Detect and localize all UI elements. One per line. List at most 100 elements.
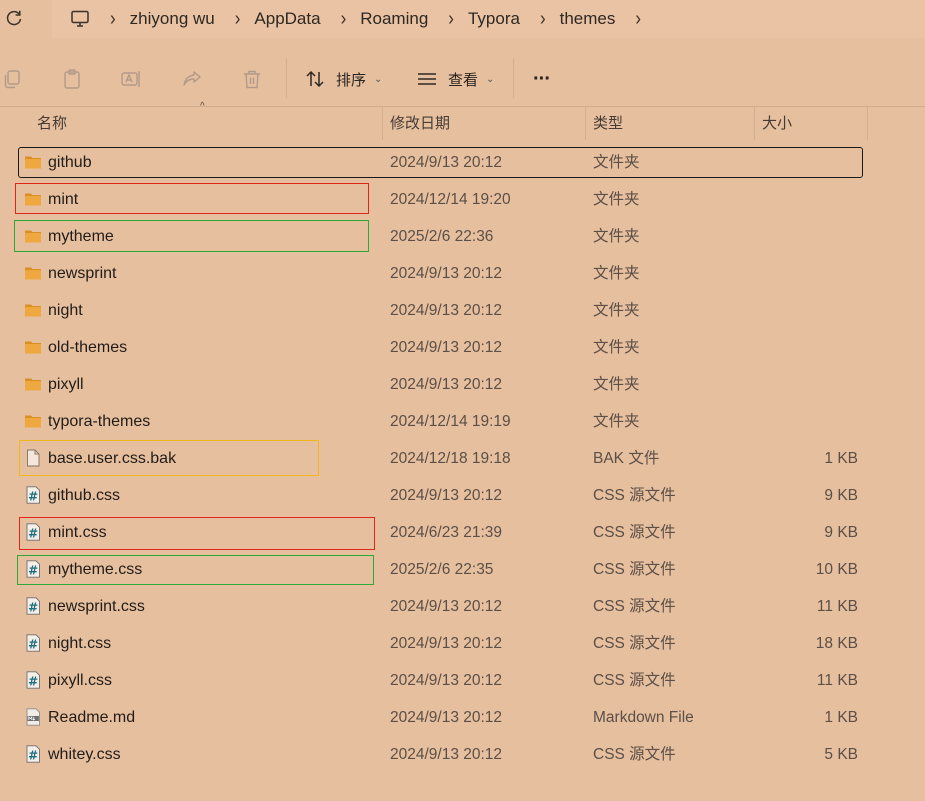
file-name: night <box>48 302 83 319</box>
command-bar: 排序 ⌄ 查看 ⌄ ··· <box>0 52 925 107</box>
breadcrumb-item[interactable]: AppData <box>254 9 320 29</box>
copy-icon[interactable] <box>2 68 24 90</box>
file-row[interactable]: Readme.md 2024/9/13 20:12 Markdown File … <box>0 699 925 736</box>
file-type: 文件夹 <box>593 339 640 356</box>
file-row[interactable]: typora-themes 2024/12/14 19:19 文件夹 <box>0 403 925 440</box>
file-type: 文件夹 <box>593 191 640 208</box>
column-divider[interactable] <box>754 107 755 140</box>
file-date: 2024/9/13 20:12 <box>390 302 503 319</box>
view-button[interactable]: 查看 ⌄ <box>416 64 494 94</box>
markdown-file-icon <box>24 708 42 726</box>
file-size: 1 KB <box>824 709 858 726</box>
folder-icon <box>24 412 42 430</box>
column-divider[interactable] <box>382 107 383 140</box>
file-type: 文件夹 <box>593 265 640 282</box>
toolbar-divider <box>286 58 287 98</box>
file-name: github.css <box>48 487 121 504</box>
this-pc-icon[interactable] <box>70 9 90 29</box>
svg-text:#: # <box>28 638 38 652</box>
address-bar: › zhiyong wu › AppData › Roaming › Typor… <box>0 0 925 40</box>
sort-label: 排序 <box>336 71 367 89</box>
file-type: CSS 源文件 <box>593 598 676 615</box>
file-name: Readme.md <box>48 709 136 726</box>
file-type: 文件夹 <box>593 228 640 245</box>
file-type: 文件夹 <box>593 302 640 319</box>
chevron-down-icon: ⌄ <box>374 73 383 85</box>
file-name: newsprint.css <box>48 598 145 615</box>
breadcrumb: › zhiyong wu › AppData › Roaming › Typor… <box>52 0 925 38</box>
sort-icon <box>306 70 324 88</box>
file-type: CSS 源文件 <box>593 635 676 652</box>
file-row[interactable]: # github.css 2024/9/13 20:12 CSS 源文件 9 K… <box>0 477 925 514</box>
highlight-box-green <box>14 220 369 252</box>
column-header: ^ 名称 修改日期 类型 大小 <box>0 101 925 140</box>
file-date: 2024/9/13 20:12 <box>390 672 503 689</box>
chevron-right-icon[interactable]: › <box>635 7 641 31</box>
file-row[interactable]: pixyll 2024/9/13 20:12 文件夹 <box>0 366 925 403</box>
file-size: 5 KB <box>824 746 858 763</box>
file-size: 9 KB <box>824 524 858 541</box>
chevron-right-icon[interactable]: › <box>341 7 347 31</box>
file-size: 1 KB <box>824 450 858 467</box>
sort-button[interactable]: 排序 ⌄ <box>304 64 382 94</box>
file-date: 2024/12/14 19:20 <box>390 191 511 208</box>
file-date: 2024/9/13 20:12 <box>390 598 503 615</box>
column-type[interactable]: 类型 <box>593 107 623 140</box>
css-file-icon: # <box>24 634 42 652</box>
svg-text:#: # <box>28 749 38 763</box>
highlight-box-yellow <box>19 440 319 476</box>
css-file-icon: # <box>24 745 42 763</box>
more-options-button[interactable]: ··· <box>533 64 551 94</box>
file-type: 文件夹 <box>593 413 640 430</box>
file-type: CSS 源文件 <box>593 746 676 763</box>
highlight-box-red <box>19 517 375 550</box>
breadcrumb-item[interactable]: themes <box>560 9 616 29</box>
svg-text:#: # <box>28 601 38 615</box>
view-label: 查看 <box>448 71 479 89</box>
chevron-right-icon[interactable]: › <box>110 7 116 31</box>
file-date: 2024/12/18 19:18 <box>390 450 511 467</box>
file-name: night.css <box>48 635 112 652</box>
breadcrumb-item[interactable]: Roaming <box>360 9 428 29</box>
file-date: 2024/9/13 20:12 <box>390 339 503 356</box>
file-type: BAK 文件 <box>593 450 660 467</box>
share-icon[interactable] <box>181 68 203 90</box>
rename-icon[interactable] <box>120 68 142 90</box>
column-date[interactable]: 修改日期 <box>390 107 450 140</box>
file-date: 2024/9/13 20:12 <box>390 487 503 504</box>
file-row[interactable]: night 2024/9/13 20:12 文件夹 <box>0 292 925 329</box>
refresh-icon[interactable] <box>4 8 24 28</box>
column-name[interactable]: 名称 <box>37 107 67 140</box>
folder-icon <box>24 375 42 393</box>
file-date: 2024/9/13 20:12 <box>390 265 503 282</box>
file-row[interactable]: # pixyll.css 2024/9/13 20:12 CSS 源文件 11 … <box>0 662 925 699</box>
chevron-down-icon: ⌄ <box>486 73 495 85</box>
file-row[interactable]: # night.css 2024/9/13 20:12 CSS 源文件 18 K… <box>0 625 925 662</box>
file-name: newsprint <box>48 265 117 282</box>
column-divider[interactable] <box>867 107 868 140</box>
css-file-icon: # <box>24 486 42 504</box>
column-size[interactable]: 大小 <box>762 107 792 140</box>
file-type: CSS 源文件 <box>593 672 676 689</box>
file-row[interactable]: old-themes 2024/9/13 20:12 文件夹 <box>0 329 925 366</box>
chevron-right-icon[interactable]: › <box>235 7 241 31</box>
file-row[interactable]: newsprint 2024/9/13 20:12 文件夹 <box>0 255 925 292</box>
chevron-right-icon[interactable]: › <box>448 7 454 31</box>
file-date: 2024/9/13 20:12 <box>390 709 503 726</box>
breadcrumb-item[interactable]: zhiyong wu <box>130 9 215 29</box>
column-divider[interactable] <box>585 107 586 140</box>
file-row[interactable]: # whitey.css 2024/9/13 20:12 CSS 源文件 5 K… <box>0 736 925 773</box>
highlight-box-red <box>15 183 369 214</box>
file-row[interactable]: # newsprint.css 2024/9/13 20:12 CSS 源文件 … <box>0 588 925 625</box>
chevron-right-icon[interactable]: › <box>540 7 546 31</box>
delete-icon[interactable] <box>241 68 263 90</box>
paste-icon[interactable] <box>61 68 83 90</box>
folder-icon <box>24 301 42 319</box>
breadcrumb-item[interactable]: Typora <box>468 9 520 29</box>
file-name: typora-themes <box>48 413 151 430</box>
file-name: whitey.css <box>48 746 121 763</box>
css-file-icon: # <box>24 597 42 615</box>
file-type: Markdown File <box>593 709 694 726</box>
file-size: 11 KB <box>816 598 858 615</box>
file-size: 11 KB <box>816 672 858 689</box>
